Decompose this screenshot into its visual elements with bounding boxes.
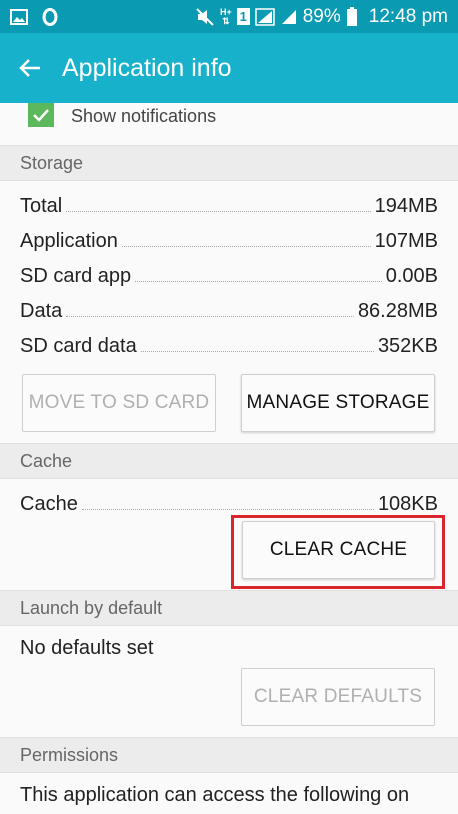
permissions-section-header: Permissions	[0, 737, 458, 773]
storage-row-value: 0.00B	[385, 265, 438, 287]
storage-section-header: Storage	[0, 145, 458, 181]
battery-icon	[346, 6, 358, 27]
signal-bars-icon	[280, 8, 298, 26]
dotted-leader	[121, 246, 371, 247]
no-defaults-text: No defaults set	[20, 637, 154, 659]
app-info-content[interactable]: Show notifications Storage Total 194MB A…	[0, 103, 458, 814]
storage-row-label: SD card app	[20, 265, 132, 287]
storage-row-value: 86.28MB	[357, 300, 438, 322]
storage-row-label: Data	[20, 300, 63, 322]
storage-row-sd-card-data: SD card data 352KB	[20, 328, 438, 358]
arrow-left-icon	[19, 59, 40, 77]
status-bar: H+ ⇅ 1 89% 12:48 pm	[0, 0, 458, 33]
cache-value: 108KB	[377, 493, 438, 515]
sim-badge: 1	[236, 8, 250, 25]
storage-row-label: Total	[20, 195, 63, 217]
show-notifications-row[interactable]: Show notifications	[0, 103, 458, 145]
clock: 12:48 pm	[368, 5, 448, 27]
storage-row-value: 352KB	[377, 335, 438, 357]
dotted-leader	[66, 316, 354, 317]
storage-row-label: Application	[20, 230, 118, 252]
show-notifications-label: Show notifications	[71, 106, 217, 126]
signal-icon	[254, 7, 275, 26]
check-icon	[33, 109, 49, 122]
storage-row-value: 194MB	[374, 195, 438, 217]
app-bar: Application info	[0, 33, 458, 103]
clear-cache-highlight	[231, 515, 445, 589]
permissions-description: This application can access the followin…	[20, 784, 410, 806]
opera-icon	[42, 7, 58, 26]
back-button[interactable]	[0, 33, 60, 103]
storage-row-data: Data 86.28MB	[20, 293, 438, 323]
launch-by-default-section-header: Launch by default	[0, 590, 458, 626]
dotted-leader	[81, 509, 374, 510]
dotted-leader	[135, 281, 382, 282]
storage-row-sd-card-app: SD card app 0.00B	[20, 258, 438, 288]
clear-defaults-button[interactable]: CLEAR DEFAULTS	[241, 668, 435, 726]
cache-section-header: Cache	[0, 443, 458, 479]
dotted-leader	[66, 211, 371, 212]
network-type-icon: H+ ⇅	[219, 6, 232, 26]
cache-label: Cache	[20, 493, 78, 515]
storage-row-application: Application 107MB	[20, 223, 438, 253]
page-title: Application info	[62, 53, 232, 82]
cache-row: Cache 108KB	[20, 486, 438, 516]
move-to-sd-card-button[interactable]: MOVE TO SD CARD	[22, 374, 216, 432]
storage-row-total: Total 194MB	[20, 188, 438, 218]
manage-storage-button[interactable]: MANAGE STORAGE	[241, 374, 435, 432]
gallery-icon	[10, 8, 28, 25]
storage-row-label: SD card data	[20, 335, 137, 357]
battery-percent: 89%	[302, 5, 341, 27]
show-notifications-checkbox[interactable]	[28, 103, 54, 127]
dotted-leader	[140, 351, 374, 352]
mute-icon	[195, 7, 215, 26]
storage-row-value: 107MB	[374, 230, 438, 252]
